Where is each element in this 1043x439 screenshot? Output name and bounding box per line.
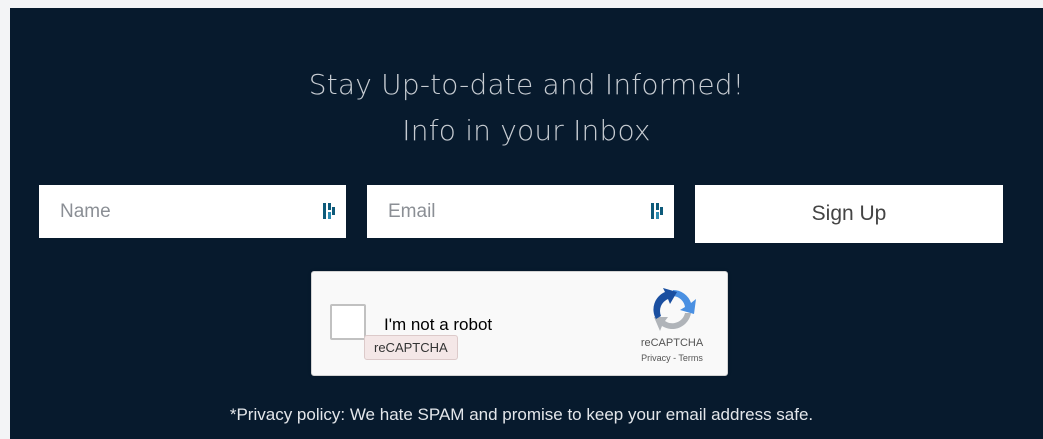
email-field[interactable]: [367, 185, 674, 238]
name-input[interactable]: [39, 185, 346, 238]
email-input[interactable]: [367, 185, 674, 238]
recaptcha-brand: reCAPTCHA: [640, 337, 704, 349]
heading-line-1: Stay Up-to-date and Informed!: [308, 68, 745, 101]
password-manager-icon[interactable]: [322, 202, 336, 220]
recaptcha-checkbox[interactable]: [330, 304, 366, 340]
sign-up-button[interactable]: Sign Up: [695, 185, 1003, 243]
password-manager-icon[interactable]: [650, 202, 664, 220]
heading-line-2: Info in your Inbox: [402, 114, 651, 147]
recaptcha-logo-icon: [653, 288, 696, 331]
recaptcha-label: I'm not a robot: [384, 315, 493, 334]
privacy-note: *Privacy policy: We hate SPAM and promis…: [229, 405, 814, 424]
recaptcha-privacy-terms-links[interactable]: Privacy - Terms: [622, 353, 722, 363]
recaptcha-tooltip: reCAPTCHA: [364, 335, 458, 360]
recaptcha-widget: I'm not a robot reCAPTCHA reCAPTCHA Priv…: [311, 271, 728, 376]
name-field[interactable]: [39, 185, 346, 238]
